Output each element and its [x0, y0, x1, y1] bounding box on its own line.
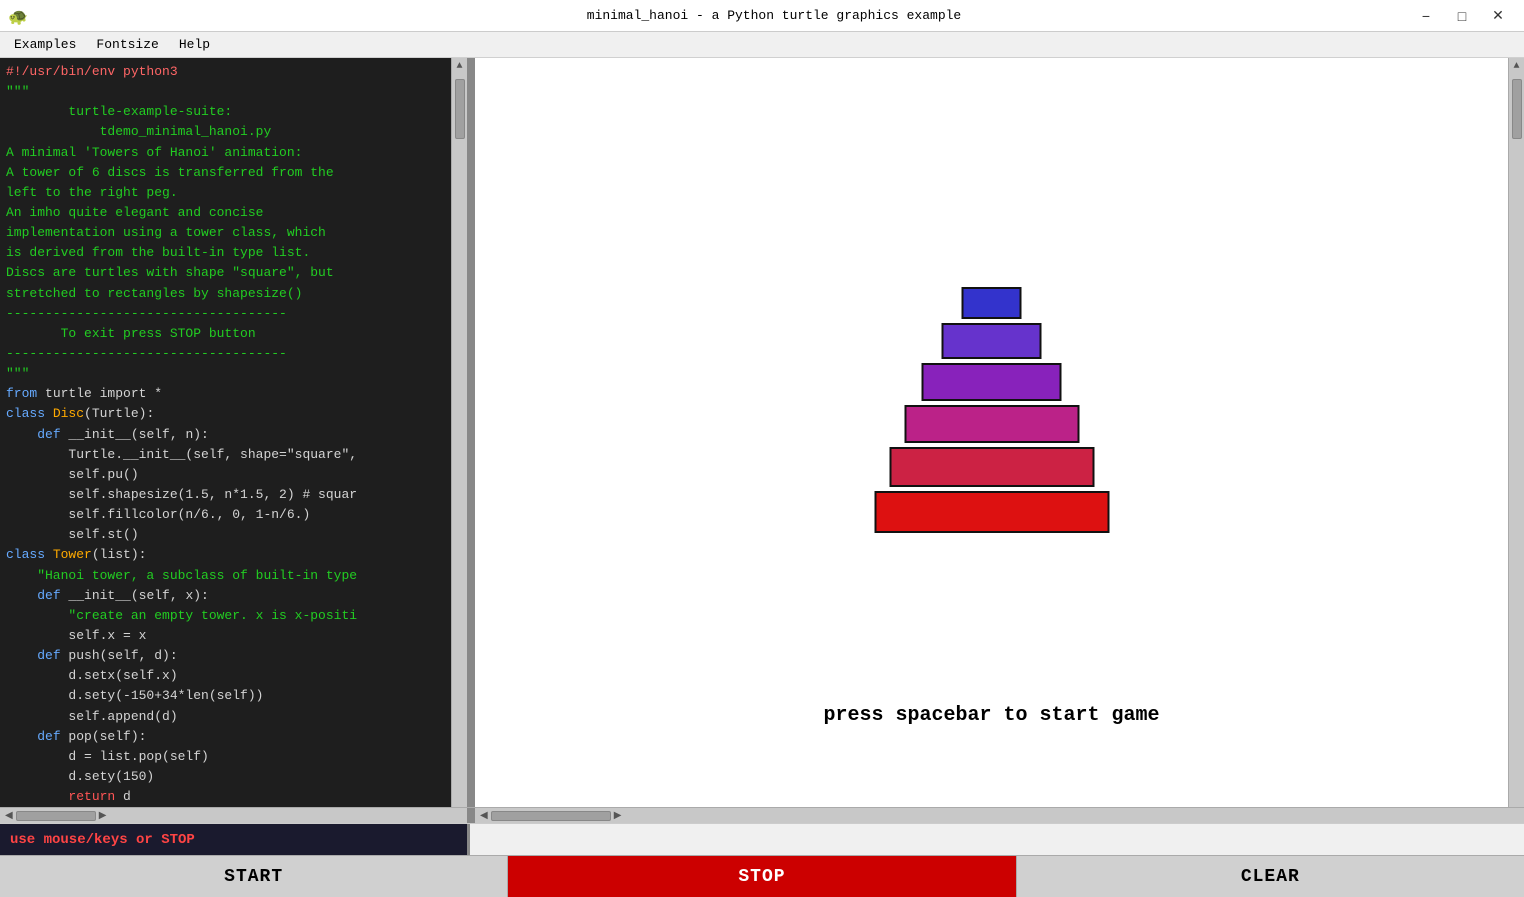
canvas-vscroll-thumb[interactable]	[1512, 79, 1522, 139]
menu-bar: Examples Fontsize Help	[0, 32, 1524, 58]
code-line: return d	[6, 787, 451, 807]
code-line: A minimal 'Towers of Hanoi' animation:	[6, 143, 451, 163]
maximize-button[interactable]: □	[1448, 6, 1476, 26]
code-line: tdemo_minimal_hanoi.py	[6, 122, 451, 142]
code-pane: #!/usr/bin/env python3""" turtle-example…	[0, 58, 470, 807]
code-line: """	[6, 364, 451, 384]
menu-fontsize[interactable]: Fontsize	[86, 35, 168, 54]
window-title: minimal_hanoi - a Python turtle graphics…	[32, 8, 1516, 23]
code-line: d.sety(150)	[6, 767, 451, 787]
hanoi-disc	[962, 287, 1022, 319]
menu-examples[interactable]: Examples	[4, 35, 86, 54]
canvas-vscrollbar[interactable]: ▲	[1508, 58, 1524, 807]
hscroll-left-arrow[interactable]: ◀	[2, 810, 16, 822]
canvas-hscrollbar[interactable]: ◀ ▶	[475, 808, 1524, 823]
stop-button[interactable]: STOP	[508, 855, 1016, 897]
hanoi-disc	[904, 405, 1079, 443]
h-scrollbar-area: ◀ ▶ ◀ ▶	[0, 807, 1524, 823]
code-line: ------------------------------------	[6, 304, 451, 324]
code-line: is derived from the built-in type list.	[6, 243, 451, 263]
title-bar: 🐢 minimal_hanoi - a Python turtle graphi…	[0, 0, 1524, 32]
code-line: def pop(self):	[6, 727, 451, 747]
close-button[interactable]: ✕	[1484, 6, 1512, 26]
menu-help[interactable]: Help	[169, 35, 220, 54]
code-line: An imho quite elegant and concise	[6, 203, 451, 223]
code-line: "Hanoi tower, a subclass of built-in typ…	[6, 566, 451, 586]
code-line: Discs are turtles with shape "square", b…	[6, 263, 451, 283]
code-line: def push(self, d):	[6, 646, 451, 666]
status-right	[470, 824, 1524, 855]
code-line: def __init__(self, x):	[6, 586, 451, 606]
code-line: d.sety(-150+34*len(self))	[6, 686, 451, 706]
turtle-canvas: press spacebar to start game ↖	[475, 58, 1508, 807]
canvas-hscroll-thumb[interactable]	[491, 811, 611, 821]
status-left: use mouse/keys or STOP	[0, 824, 470, 855]
clear-button[interactable]: CLEAR	[1017, 855, 1524, 897]
hscroll-left-thumb[interactable]	[16, 811, 96, 821]
code-line: class Tower(list):	[6, 545, 451, 565]
code-line: class Disc(Turtle):	[6, 404, 451, 424]
hanoi-disc	[889, 447, 1094, 487]
code-line: """	[6, 82, 451, 102]
hanoi-disc	[874, 491, 1109, 533]
code-line: To exit press STOP button	[6, 324, 451, 344]
canvas-pane: press spacebar to start game ↖ ▲	[475, 58, 1524, 807]
code-line: Turtle.__init__(self, shape="square",	[6, 445, 451, 465]
code-line: turtle-example-suite:	[6, 102, 451, 122]
window-controls: − □ ✕	[1412, 6, 1512, 26]
canvas-vscroll-up[interactable]: ▲	[1513, 58, 1519, 75]
code-content: #!/usr/bin/env python3""" turtle-example…	[6, 62, 451, 807]
hscroll-right-arrow[interactable]: ▶	[96, 810, 110, 822]
code-line: "create an empty tower. x is x-positi	[6, 606, 451, 626]
code-line: def __init__(self, n):	[6, 425, 451, 445]
code-line: self.st()	[6, 525, 451, 545]
code-line: stretched to rectangles by shapesize()	[6, 284, 451, 304]
status-bar: use mouse/keys or STOP	[0, 823, 1524, 855]
code-line: d.setx(self.x)	[6, 666, 451, 686]
code-line: left to the right peg.	[6, 183, 451, 203]
game-message: press spacebar to start game	[823, 704, 1159, 727]
code-line: self.shapesize(1.5, n*1.5, 2) # squar	[6, 485, 451, 505]
code-line: d = list.pop(self)	[6, 747, 451, 767]
code-line: from turtle import *	[6, 384, 451, 404]
code-vscrollbar[interactable]: ▲	[451, 58, 467, 807]
canvas-hscroll-left[interactable]: ◀	[477, 810, 491, 822]
hanoi-disc	[942, 323, 1042, 359]
code-line: A tower of 6 discs is transferred from t…	[6, 163, 451, 183]
app-icon: 🐢	[8, 7, 26, 25]
vscroll-thumb[interactable]	[455, 79, 465, 139]
status-text: use mouse/keys or STOP	[10, 832, 195, 848]
code-line: self.fillcolor(n/6., 0, 1-n/6.)	[6, 505, 451, 525]
bottom-bar: START STOP CLEAR	[0, 855, 1524, 897]
hanoi-disc	[922, 363, 1062, 401]
code-hscrollbar[interactable]: ◀ ▶	[0, 808, 470, 823]
code-line: ------------------------------------	[6, 344, 451, 364]
hanoi-tower	[874, 287, 1109, 533]
canvas-hscroll-right[interactable]: ▶	[611, 810, 625, 822]
start-button[interactable]: START	[0, 855, 508, 897]
vscroll-up-arrow[interactable]: ▲	[456, 58, 462, 75]
code-line: #!/usr/bin/env python3	[6, 62, 451, 82]
code-line: self.append(d)	[6, 707, 451, 727]
minimize-button[interactable]: −	[1412, 6, 1440, 26]
code-line: self.x = x	[6, 626, 451, 646]
code-line: implementation using a tower class, whic…	[6, 223, 451, 243]
code-line: self.pu()	[6, 465, 451, 485]
